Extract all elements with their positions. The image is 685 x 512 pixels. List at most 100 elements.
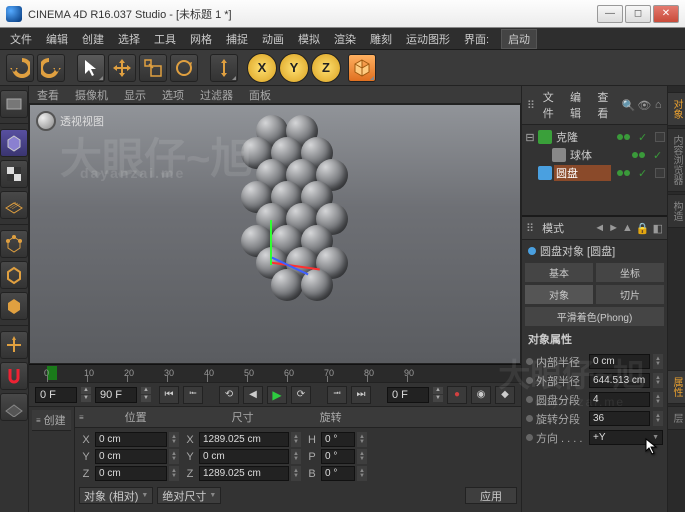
attr-value-field[interactable]: 4 <box>589 392 650 407</box>
move-tool[interactable] <box>108 54 136 82</box>
object-row[interactable]: 球体 ✓ <box>524 146 665 164</box>
maximize-button[interactable]: ◻ <box>625 5 651 23</box>
attr-mode-menu[interactable]: 模式 <box>537 219 569 237</box>
spinner[interactable]: ▲▼ <box>141 387 151 403</box>
pos-Y-field[interactable]: 0 cm <box>95 449 167 464</box>
coord-mode-dropdown[interactable]: 对象 (相对)▼ <box>79 487 153 504</box>
goto-end-button[interactable]: ⏭ <box>351 386 371 404</box>
expand-icon[interactable]: ⊟ <box>524 131 536 144</box>
create-menu[interactable]: ≡创建 <box>32 410 71 431</box>
vp-menu-panel[interactable]: 面板 <box>245 86 275 104</box>
object-tag[interactable] <box>655 168 665 178</box>
attr-tab-phong[interactable]: 平滑着色(Phong) <box>524 306 665 327</box>
snap-button[interactable] <box>0 362 28 390</box>
object-tree[interactable]: ⊟ 克隆 ✓ 球体 ✓ 圆盘 ✓ <box>522 125 667 215</box>
om-menu-file[interactable]: 文件 <box>538 88 563 122</box>
recent-tool[interactable] <box>210 54 238 82</box>
menu-edit[interactable]: 编辑 <box>40 29 74 49</box>
rot-P-field[interactable]: 0 ° <box>321 449 355 464</box>
rotate-tool[interactable] <box>170 54 198 82</box>
object-row[interactable]: ⊟ 克隆 ✓ <box>524 128 665 146</box>
panel-grip-icon[interactable]: ⠿ <box>526 98 536 112</box>
axis-y-toggle[interactable]: Y <box>279 53 309 83</box>
spinner[interactable]: ▲▼ <box>653 392 663 407</box>
spinner[interactable]: ▲▼ <box>433 387 443 403</box>
object-name[interactable]: 克隆 <box>554 129 611 145</box>
rtab-layers[interactable]: 层 <box>667 406 685 430</box>
menu-sculpt[interactable]: 雕刻 <box>364 29 398 49</box>
scale-tool[interactable] <box>139 54 167 82</box>
attr-tab-coord[interactable]: 坐标 <box>595 262 665 283</box>
spinner[interactable]: ▲▼ <box>653 354 663 369</box>
menu-simulate[interactable]: 模拟 <box>292 29 326 49</box>
om-search-icon[interactable]: 🔍 <box>622 98 636 112</box>
size-X-field[interactable]: 1289.025 cm <box>199 432 289 447</box>
attr-tab-basic[interactable]: 基本 <box>524 262 594 283</box>
play-back-button[interactable]: ◀ <box>243 386 263 404</box>
menu-tools[interactable]: 工具 <box>148 29 182 49</box>
object-row[interactable]: 圆盘 ✓ <box>524 164 665 182</box>
record-button[interactable]: ● <box>447 386 467 404</box>
object-tag[interactable] <box>655 132 665 142</box>
menu-mograph[interactable]: 运动图形 <box>400 29 456 49</box>
rtab-structure[interactable]: 构造 <box>667 194 685 228</box>
autokey-button[interactable]: ◉ <box>471 386 491 404</box>
object-name[interactable]: 球体 <box>568 147 626 163</box>
spinner[interactable]: ▲▼ <box>653 411 663 426</box>
menu-render[interactable]: 渲染 <box>328 29 362 49</box>
vp-menu-view[interactable]: 查看 <box>33 86 63 104</box>
attr-up-button[interactable]: ▲ <box>622 222 633 234</box>
rtab-objects[interactable]: 对象 <box>667 92 685 126</box>
pos-Z-field[interactable]: 0 cm <box>95 466 167 481</box>
attr-tab-object[interactable]: 对象 <box>524 284 594 305</box>
panel-grip-icon[interactable]: ⠿ <box>526 222 534 235</box>
minimize-button[interactable]: — <box>597 5 623 23</box>
viewport[interactable]: 透视视图 大眼仔~旭 dayanzai.me <box>29 104 521 364</box>
model-mode-button[interactable] <box>0 129 28 157</box>
visibility-check-icon[interactable]: ✓ <box>638 167 650 180</box>
make-editable-button[interactable] <box>0 90 28 118</box>
axis-gizmo[interactable] <box>270 265 272 267</box>
visibility-check-icon[interactable]: ✓ <box>638 131 650 144</box>
vp-menu-options[interactable]: 选项 <box>158 86 188 104</box>
menu-file[interactable]: 文件 <box>4 29 38 49</box>
edges-mode-button[interactable] <box>0 261 28 289</box>
undo-button[interactable] <box>6 54 34 82</box>
rtab-attributes[interactable]: 属性 <box>667 370 685 404</box>
select-tool[interactable] <box>77 54 105 82</box>
menu-create[interactable]: 创建 <box>76 29 110 49</box>
om-eye-icon[interactable]: 👁 <box>637 98 651 112</box>
rot-H-field[interactable]: 0 ° <box>321 432 355 447</box>
attr-tab-slice[interactable]: 切片 <box>595 284 665 305</box>
redo-button[interactable] <box>37 54 65 82</box>
apply-button[interactable]: 应用 <box>465 487 517 504</box>
goto-start-button[interactable]: ⏮ <box>159 386 179 404</box>
range-end-field[interactable]: 90 F <box>95 387 137 403</box>
pos-X-field[interactable]: 0 cm <box>95 432 167 447</box>
vp-menu-display[interactable]: 显示 <box>120 86 150 104</box>
prev-frame-button[interactable]: ⟲ <box>219 386 239 404</box>
keyframe-button[interactable]: ◆ <box>495 386 515 404</box>
range-start-field[interactable]: 0 F <box>35 387 77 403</box>
om-menu-view[interactable]: 查看 <box>592 88 617 122</box>
visibility-check-icon[interactable]: ✓ <box>653 149 665 162</box>
polygons-mode-button[interactable] <box>0 292 28 320</box>
spinner[interactable]: ▲▼ <box>81 387 91 403</box>
attr-new-icon[interactable]: ◧ <box>653 222 663 235</box>
next-frame-button[interactable]: ⟳ <box>291 386 311 404</box>
current-frame-field[interactable]: 0 F <box>387 387 429 403</box>
om-home-icon[interactable]: ⌂ <box>653 98 663 112</box>
axis-z-toggle[interactable]: Z <box>311 53 341 83</box>
axis-x-toggle[interactable]: X <box>247 53 277 83</box>
rtab-browser[interactable]: 内容浏览器 <box>667 128 685 192</box>
close-button[interactable]: ✕ <box>653 5 679 23</box>
rot-B-field[interactable]: 0 ° <box>321 466 355 481</box>
vp-menu-camera[interactable]: 摄像机 <box>71 86 112 104</box>
menu-mesh[interactable]: 网格 <box>184 29 218 49</box>
menu-select[interactable]: 选择 <box>112 29 146 49</box>
attr-value-field[interactable]: 0 cm <box>589 354 650 369</box>
play-button[interactable]: ▶ <box>267 386 287 404</box>
object-name[interactable]: 圆盘 <box>554 165 611 181</box>
goto-key-next-button[interactable]: ⭲ <box>327 386 347 404</box>
axis-button[interactable] <box>0 331 28 359</box>
